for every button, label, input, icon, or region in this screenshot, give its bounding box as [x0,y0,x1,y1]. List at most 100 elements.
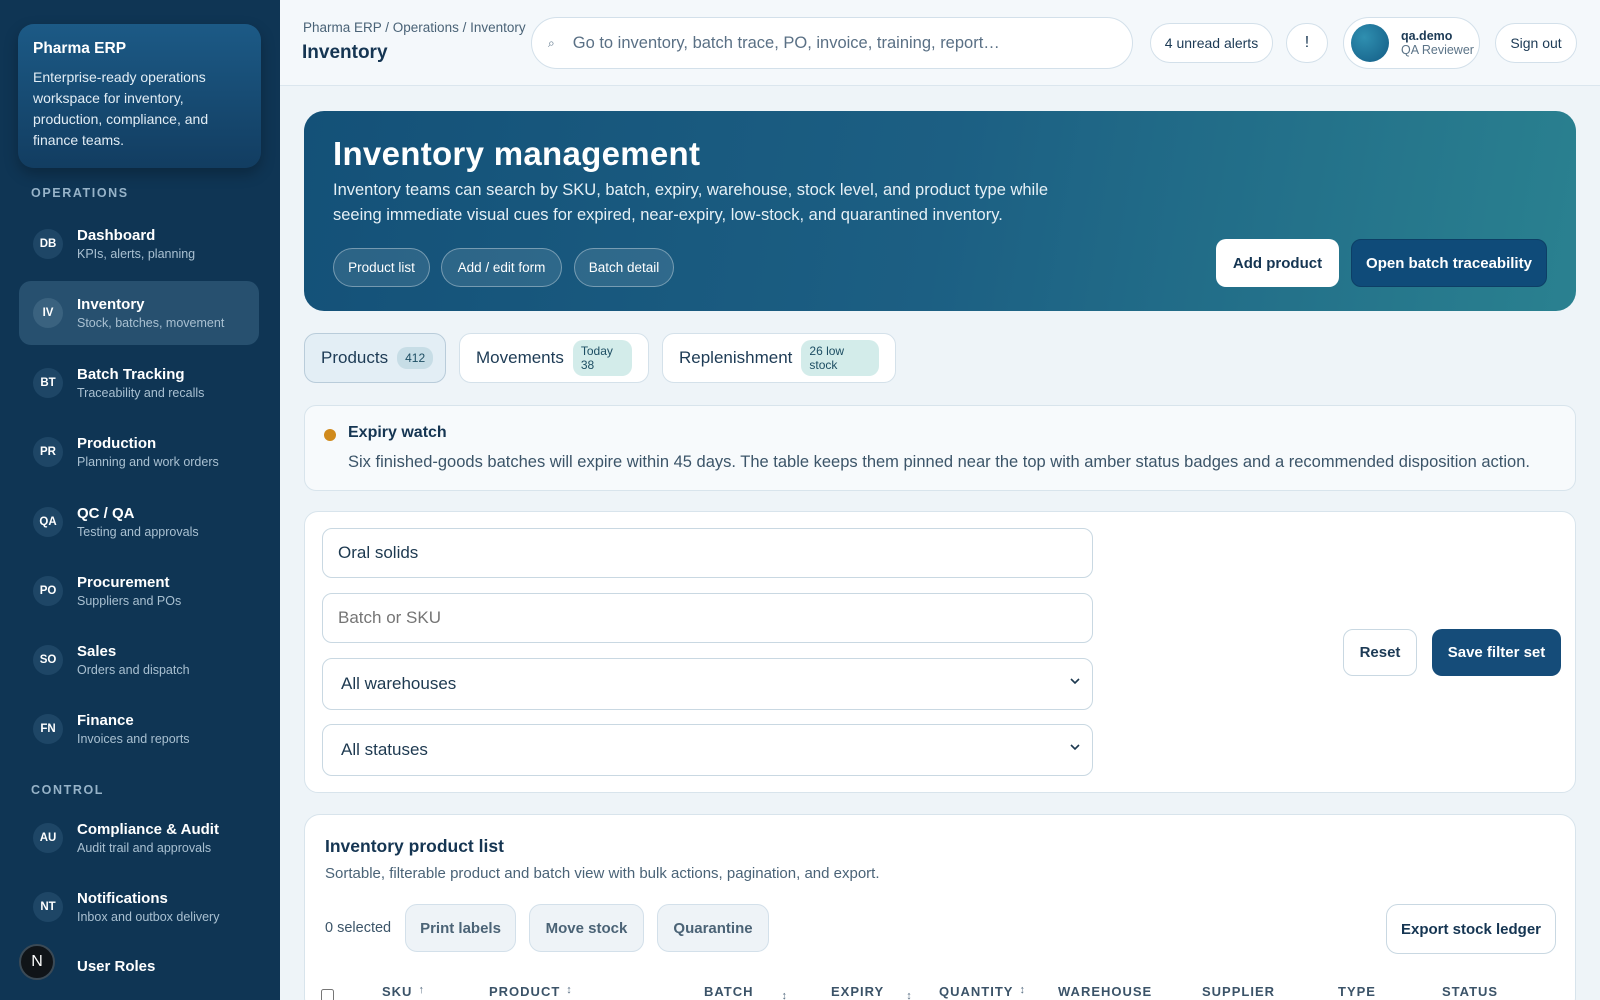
sidebar: Pharma ERP Enterprise-ready operations w… [0,0,280,1000]
nav-sub: Invoices and reports [77,732,190,746]
nav-sub: Stock, batches, movement [77,316,225,330]
nav-label: Compliance & Audit [77,821,219,838]
sidebar-item-inventory[interactable]: IV Inventory Stock, batches, movement [19,281,259,345]
user-menu[interactable]: qa.demo QA Reviewer [1343,17,1480,69]
nav-sub: Planning and work orders [77,455,219,469]
user-name: qa.demo [1401,29,1453,43]
select-all-checkbox[interactable] [321,989,334,1000]
column-header-supplier[interactable]: SUPPLIER [1202,984,1275,999]
nav-badge: SO [33,645,63,675]
nav-label: Notifications [77,890,168,907]
status-select[interactable]: All statuses [322,724,1093,776]
sidebar-item-compliance-audit[interactable]: AU Compliance & Audit Audit trail and app… [19,806,259,870]
chip-product-list[interactable]: Product list [333,248,430,287]
tab-label: Replenishment [679,348,793,367]
reset-button[interactable]: Reset [1343,629,1417,676]
top-header: Pharma ERP / Operations / Inventory Inve… [280,0,1600,86]
sidebar-item-finance[interactable]: FN Finance Invoices and reports [19,697,259,761]
warehouse-select[interactable]: All warehouses [322,658,1093,710]
avatar [1351,24,1389,62]
chevron-down-icon [1070,678,1080,685]
tab-count-badge: Today 38 [572,340,632,376]
tab-label: Movements [476,348,564,367]
status-select-value: All statuses [341,740,428,759]
open-batch-traceability-button[interactable]: Open batch traceability [1351,239,1547,287]
search-icon: ⌕ [548,35,555,50]
nav-badge: FN [33,714,63,744]
section-label-operations: OPERATIONS [31,186,129,200]
column-header-batch[interactable]: BATCH ↕ [704,984,788,1000]
tab-movements[interactable]: Movements Today 38 [459,333,649,383]
sidebar-item-sales[interactable]: SO Sales Orders and dispatch [19,628,259,692]
sort-icon: ↕ [906,990,913,1000]
global-search[interactable]: ⌕ [531,17,1133,69]
sidebar-item-batch-tracking[interactable]: BT Batch Tracking Traceability and recall… [19,351,259,415]
nav-label: Dashboard [77,227,156,244]
print-labels-button[interactable]: Print labels [405,904,516,952]
chip-add-edit-form[interactable]: Add / edit form [441,248,562,287]
nav-badge: NT [33,892,63,922]
column-header-quantity[interactable]: QUANTITY ↕ [939,984,1026,999]
expiry-watch-alert: Expiry watch Six finished-goods batches … [304,405,1576,491]
product-type-filter-input[interactable] [322,528,1093,578]
sidebar-item-dashboard[interactable]: DB Dashboard KPIs, alerts, planning [19,212,259,276]
save-filter-set-button[interactable]: Save filter set [1432,629,1561,676]
batch-sku-filter-input[interactable] [322,593,1093,643]
chevron-down-icon [1070,744,1080,751]
filter-panel: All warehouses All statuses Reset Save f… [304,511,1576,793]
nav-sub: Audit trail and approvals [77,841,212,855]
user-role: QA Reviewer [1401,43,1474,57]
column-header-sku[interactable]: SKU ↑ [382,984,425,999]
nav-label: User Roles [77,958,156,975]
column-header-warehouse[interactable]: WAREHOUSE [1058,984,1152,999]
nav-badge: QA [33,507,63,537]
chip-batch-detail[interactable]: Batch detail [574,248,674,287]
column-header-type[interactable]: TYPE [1338,984,1376,999]
nav-sub: Inbox and outbox delivery [77,910,220,924]
export-stock-ledger-button[interactable]: Export stock ledger [1386,904,1556,954]
nav-badge: PR [33,437,63,467]
tab-products[interactable]: Products 412 [304,333,446,383]
add-product-button[interactable]: Add product [1216,239,1339,287]
selected-count: 0 selected [325,920,392,936]
brand-card: Pharma ERP Enterprise-ready operations w… [18,24,261,168]
warehouse-select-value: All warehouses [341,674,457,693]
quarantine-button[interactable]: Quarantine [657,904,769,952]
nav-label: QC / QA [77,505,135,522]
nav-label: Procurement [77,574,170,591]
section-label-control: CONTROL [31,783,104,797]
page-title: Inventory [302,42,388,63]
tab-replenishment[interactable]: Replenishment 26 low stock [662,333,896,383]
sidebar-item-qc-qa[interactable]: QA QC / QA Testing and approvals [19,490,259,554]
column-header-product[interactable]: PRODUCT ↕ [489,984,573,999]
sidebar-item-production[interactable]: PR Production Planning and work orders [19,420,259,484]
sidebar-item-procurement[interactable]: PO Procurement Suppliers and POs [19,559,259,623]
column-header-status[interactable]: STATUS [1442,984,1498,999]
alert-title: Expiry watch [348,424,447,441]
breadcrumb[interactable]: Pharma ERP / Operations / Inventory [303,20,526,35]
sidebar-item-user-roles[interactable]: User Roles [19,944,259,990]
tab-count-badge: 412 [397,347,434,369]
nav-sub: Orders and dispatch [77,663,190,677]
hero-banner: Inventory management Inventory teams can… [304,111,1576,311]
alert-icon-button[interactable]: ! [1286,23,1328,63]
list-title: Inventory product list [325,836,504,856]
nav-badge: AU [33,823,63,853]
hero-description: Inventory teams can search by SKU, batch… [333,181,1049,224]
sidebar-item-notifications[interactable]: NT Notifications Inbox and outbox deliver… [19,875,259,939]
list-subtitle: Sortable, filterable product and batch v… [325,865,880,882]
tab-label: Products [321,348,389,367]
sign-out-button[interactable]: Sign out [1495,23,1577,63]
sort-icon: ↕ [781,990,789,1000]
column-header-expiry[interactable]: EXPIRY ↕ [831,984,913,1000]
brand-title: Pharma ERP [33,40,127,57]
nav-badge: IV [33,298,63,328]
sort-icon: ↕ [566,984,573,996]
move-stock-button[interactable]: Move stock [529,904,644,952]
nav-label: Sales [77,643,117,660]
unread-alerts-button[interactable]: 4 unread alerts [1150,23,1273,63]
sort-ascending-icon: ↑ [418,984,425,996]
search-input[interactable] [572,33,1093,53]
nav-sub: Testing and approvals [77,525,199,539]
floating-app-badge[interactable]: N [19,944,55,980]
